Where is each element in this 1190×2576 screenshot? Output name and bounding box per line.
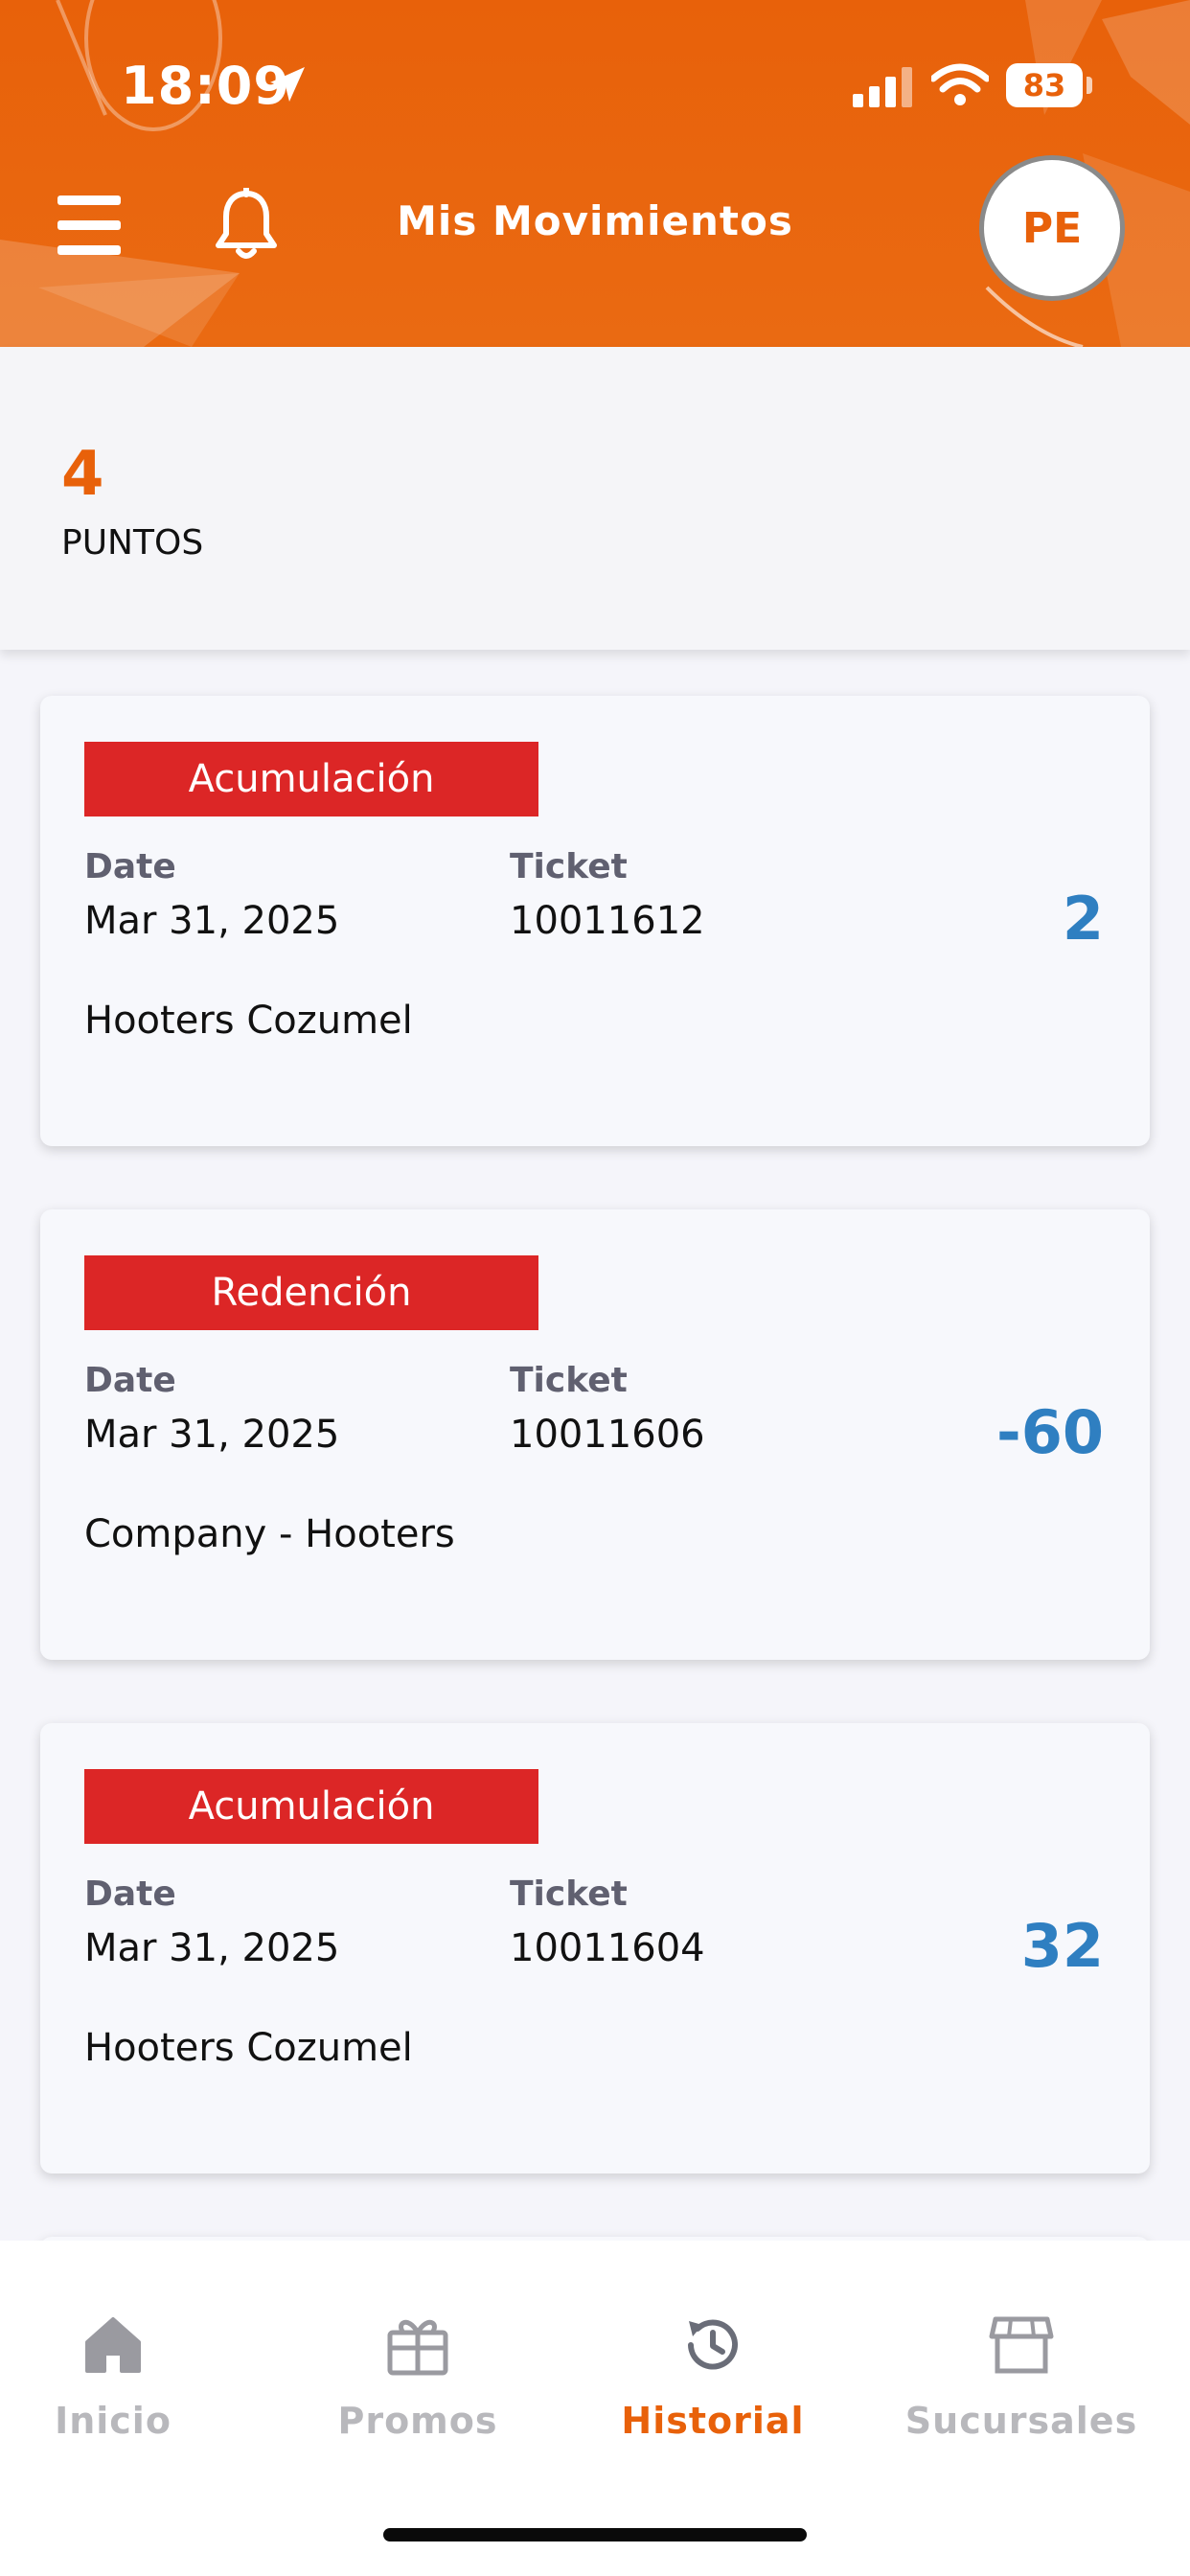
ticket-value: 10011606 (510, 1413, 705, 1457)
store-name: Hooters Cozumel (84, 2026, 413, 2070)
home-indicator[interactable] (383, 2528, 807, 2542)
history-icon (688, 2319, 738, 2370)
profile-avatar-button[interactable]: PE (979, 155, 1125, 301)
menu-icon-bar (57, 245, 121, 255)
ticket-value: 10011604 (510, 1926, 705, 1970)
points-value: 4 (61, 439, 104, 510)
status-time: 18:09 (121, 56, 290, 116)
gift-icon (387, 2319, 448, 2376)
home-icon (85, 2317, 141, 2373)
nav-item-historial[interactable]: Historial (579, 2312, 847, 2465)
battery-tip (1087, 77, 1092, 94)
points-amount: 2 (1062, 884, 1104, 954)
bottom-navigation: Inicio Promos Historial Sucursales (0, 2241, 1190, 2576)
nav-item-promos[interactable]: Promos (284, 2312, 552, 2465)
date-label: Date (84, 1361, 176, 1400)
location-arrow-icon (270, 67, 305, 102)
wifi-icon (931, 63, 989, 105)
movement-type-badge: Redención (84, 1255, 538, 1330)
battery-indicator: 83 (1006, 63, 1083, 107)
nav-item-inicio[interactable]: Inicio (0, 2312, 247, 2465)
nav-label: Historial (621, 2400, 805, 2442)
points-summary: 4 PUNTOS (0, 347, 1190, 650)
movement-card[interactable]: Acumulación Date Mar 31, 2025 Ticket 100… (40, 1723, 1150, 2174)
cellular-signal-icon (853, 67, 912, 107)
store-icon (989, 2316, 1054, 2374)
nav-item-sucursales[interactable]: Sucursales (887, 2312, 1156, 2465)
date-label: Date (84, 1874, 176, 1914)
date-label: Date (84, 847, 176, 886)
movements-list[interactable]: Acumulación Date Mar 31, 2025 Ticket 100… (0, 650, 1190, 2241)
store-name: Hooters Cozumel (84, 999, 413, 1043)
date-value: Mar 31, 2025 (84, 1926, 340, 1970)
points-amount: -60 (995, 1397, 1104, 1467)
app-header: 18:09 83 Mis Movimientos PE (0, 0, 1190, 347)
nav-label: Promos (337, 2400, 498, 2442)
movement-type-badge: Acumulación (84, 1769, 538, 1844)
points-amount: 32 (1020, 1911, 1104, 1981)
ticket-label: Ticket (510, 1874, 628, 1914)
nav-label: Sucursales (904, 2400, 1138, 2442)
ticket-label: Ticket (510, 847, 628, 886)
ticket-value: 10011612 (510, 899, 705, 943)
store-name: Company - Hooters (84, 1512, 455, 1556)
date-value: Mar 31, 2025 (84, 899, 340, 943)
ticket-label: Ticket (510, 1361, 628, 1400)
date-value: Mar 31, 2025 (84, 1413, 340, 1457)
movement-card[interactable]: Redención Date Mar 31, 2025 Ticket 10011… (40, 1209, 1150, 1660)
nav-label: Inicio (55, 2400, 172, 2442)
points-label: PUNTOS (61, 523, 204, 563)
movement-type-badge: Acumulación (84, 742, 538, 816)
movement-card[interactable]: Acumulación Date Mar 31, 2025 Ticket 100… (40, 696, 1150, 1146)
